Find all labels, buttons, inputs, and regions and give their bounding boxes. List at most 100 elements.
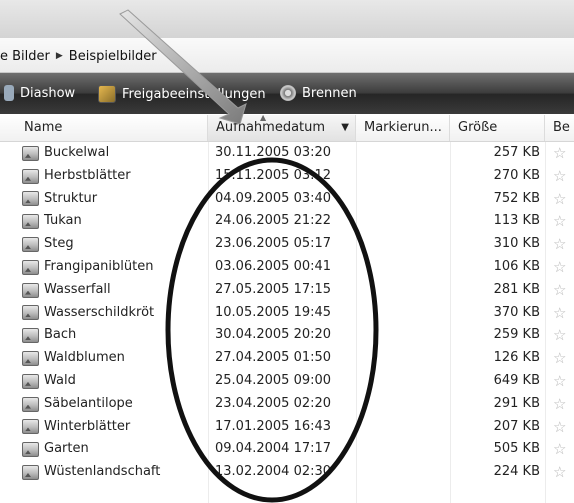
- column-header-date[interactable]: ▲ Aufnahmedatum ▼: [208, 115, 356, 141]
- file-name: Struktur: [44, 190, 98, 206]
- rating-star-icon[interactable]: ☆: [553, 324, 573, 347]
- file-date: 23.06.2005 05:17: [215, 236, 332, 252]
- breadcrumb-current[interactable]: Beispielbilder: [69, 49, 157, 64]
- share-icon: [98, 85, 116, 103]
- freigabe-label: Freigabeeinstellungen: [122, 86, 266, 102]
- chevron-down-icon[interactable]: ▼: [341, 115, 349, 141]
- rating-star-icon[interactable]: ☆: [553, 210, 573, 233]
- file-name-cell[interactable]: Garten: [22, 438, 202, 461]
- file-size: 649 KB: [493, 372, 540, 388]
- image-file-icon: [22, 237, 39, 253]
- file-row[interactable]: Steg 23.06.2005 05:17 310 KB ☆: [0, 233, 574, 256]
- column-header-size[interactable]: Größe: [450, 115, 545, 141]
- file-row[interactable]: Winterblätter 17.01.2005 16:43 207 KB ☆: [0, 416, 574, 439]
- file-row[interactable]: Herbstblätter 15.11.2005 03:12 270 KB ☆: [0, 165, 574, 188]
- address-bar[interactable]: e Bilder ▶ Beispielbilder: [0, 38, 574, 73]
- breadcrumb: e Bilder ▶ Beispielbilder: [0, 47, 157, 65]
- image-file-icon: [22, 145, 39, 161]
- file-name-cell[interactable]: Waldblumen: [22, 347, 202, 370]
- file-date: 27.04.2005 01:50: [215, 350, 332, 366]
- image-file-icon: [22, 191, 39, 207]
- brennen-label: Brennen: [302, 85, 357, 101]
- file-size: 370 KB: [493, 304, 540, 320]
- image-file-icon: [22, 214, 39, 230]
- file-name-cell[interactable]: Wasserschildkröt: [22, 302, 202, 325]
- file-name: Wasserfall: [44, 281, 111, 297]
- rating-star-icon[interactable]: ☆: [553, 142, 573, 165]
- file-date: 09.04.2004 17:17: [215, 441, 332, 457]
- file-row[interactable]: Wald 25.04.2005 09:00 649 KB ☆: [0, 370, 574, 393]
- window-title-bar: [0, 0, 574, 39]
- file-row[interactable]: Waldblumen 27.04.2005 01:50 126 KB ☆: [0, 347, 574, 370]
- file-name-cell[interactable]: Säbelantilope: [22, 393, 202, 416]
- rating-star-icon[interactable]: ☆: [553, 302, 573, 325]
- file-row[interactable]: Frangipaniblüten 03.06.2005 00:41 106 KB ☆: [0, 256, 574, 279]
- file-name: Buckelwal: [44, 145, 110, 160]
- column-header-tags[interactable]: Markierun...: [356, 115, 450, 141]
- file-size: 752 KB: [493, 190, 540, 206]
- file-size: 505 KB: [493, 441, 540, 457]
- file-row[interactable]: Bach 30.04.2005 20:20 259 KB ☆: [0, 324, 574, 347]
- column-header-rating-label: Be: [553, 120, 570, 135]
- file-name-cell[interactable]: Herbstblätter: [22, 165, 202, 188]
- file-date: 24.06.2005 21:22: [215, 213, 332, 229]
- file-list: Buckelwal 30.11.2005 03:20 257 KB ☆ Herbstbl…: [0, 142, 574, 484]
- rating-star-icon[interactable]: ☆: [553, 461, 573, 484]
- file-row[interactable]: Tukan 24.06.2005 21:22 113 KB ☆: [0, 210, 574, 233]
- rating-star-icon[interactable]: ☆: [553, 393, 573, 416]
- brennen-button[interactable]: Brennen: [280, 85, 357, 101]
- column-header-rating[interactable]: Be: [545, 115, 574, 141]
- rating-star-icon[interactable]: ☆: [553, 256, 573, 279]
- file-name-cell[interactable]: Tukan: [22, 210, 202, 233]
- column-header-name[interactable]: Name: [14, 115, 208, 141]
- file-name-cell[interactable]: Winterblätter: [22, 416, 202, 439]
- freigabe-button[interactable]: Freigabeeinstellungen: [98, 85, 266, 103]
- file-name-cell[interactable]: Frangipaniblüten: [22, 256, 202, 279]
- image-file-icon: [22, 168, 39, 184]
- file-name-cell[interactable]: Wald: [22, 370, 202, 393]
- image-file-icon: [22, 351, 39, 367]
- file-row[interactable]: Buckelwal 30.11.2005 03:20 257 KB ☆: [0, 142, 574, 165]
- breadcrumb-separator-icon[interactable]: ▶: [56, 51, 63, 61]
- file-size: 281 KB: [493, 281, 540, 297]
- file-name-cell[interactable]: Wasserfall: [22, 279, 202, 302]
- rating-star-icon[interactable]: ☆: [553, 347, 573, 370]
- file-row[interactable]: Garten 09.04.2004 17:17 505 KB ☆: [0, 438, 574, 461]
- file-name: Wasserschildkröt: [44, 304, 155, 320]
- file-name-cell[interactable]: Buckelwal: [22, 142, 202, 165]
- file-date: 30.04.2005 20:20: [215, 327, 332, 343]
- file-name-cell[interactable]: Wüstenlandschaft: [22, 461, 202, 484]
- rating-star-icon[interactable]: ☆: [553, 370, 573, 393]
- image-file-icon: [22, 328, 39, 344]
- sort-ascending-icon: ▲: [260, 115, 267, 122]
- file-size: 310 KB: [493, 236, 540, 252]
- file-row[interactable]: Wüstenlandschaft 13.02.2004 02:30 224 KB ☆: [0, 461, 574, 484]
- file-name-cell[interactable]: Steg: [22, 233, 202, 256]
- slideshow-icon: [4, 85, 14, 101]
- breadcrumb-parent[interactable]: e Bilder: [0, 49, 50, 64]
- file-row[interactable]: Säbelantilope 23.04.2005 02:20 291 KB ☆: [0, 393, 574, 416]
- rating-star-icon[interactable]: ☆: [553, 416, 573, 439]
- file-size: 291 KB: [493, 395, 540, 411]
- column-header-name-label: Name: [24, 120, 63, 135]
- file-size: 257 KB: [493, 145, 540, 160]
- file-name: Tukan: [44, 213, 82, 229]
- file-row[interactable]: Wasserfall 27.05.2005 17:15 281 KB ☆: [0, 279, 574, 302]
- diashow-button[interactable]: Diashow: [4, 85, 75, 101]
- file-name-cell[interactable]: Bach: [22, 324, 202, 347]
- file-name: Winterblätter: [44, 418, 131, 434]
- image-file-icon: [22, 465, 39, 481]
- column-header-size-label: Größe: [458, 120, 498, 135]
- file-row[interactable]: Wasserschildkröt 10.05.2005 19:45 370 KB ☆: [0, 302, 574, 325]
- rating-star-icon[interactable]: ☆: [553, 165, 573, 188]
- rating-star-icon[interactable]: ☆: [553, 233, 573, 256]
- file-size: 207 KB: [493, 418, 540, 434]
- file-name-cell[interactable]: Struktur: [22, 188, 202, 211]
- file-date: 27.05.2005 17:15: [215, 281, 332, 297]
- rating-star-icon[interactable]: ☆: [553, 438, 573, 461]
- rating-star-icon[interactable]: ☆: [553, 279, 573, 302]
- file-name: Steg: [44, 236, 74, 252]
- file-date: 03.06.2005 00:41: [215, 258, 332, 274]
- rating-star-icon[interactable]: ☆: [553, 188, 573, 211]
- file-row[interactable]: Struktur 04.09.2005 03:40 752 KB ☆: [0, 188, 574, 211]
